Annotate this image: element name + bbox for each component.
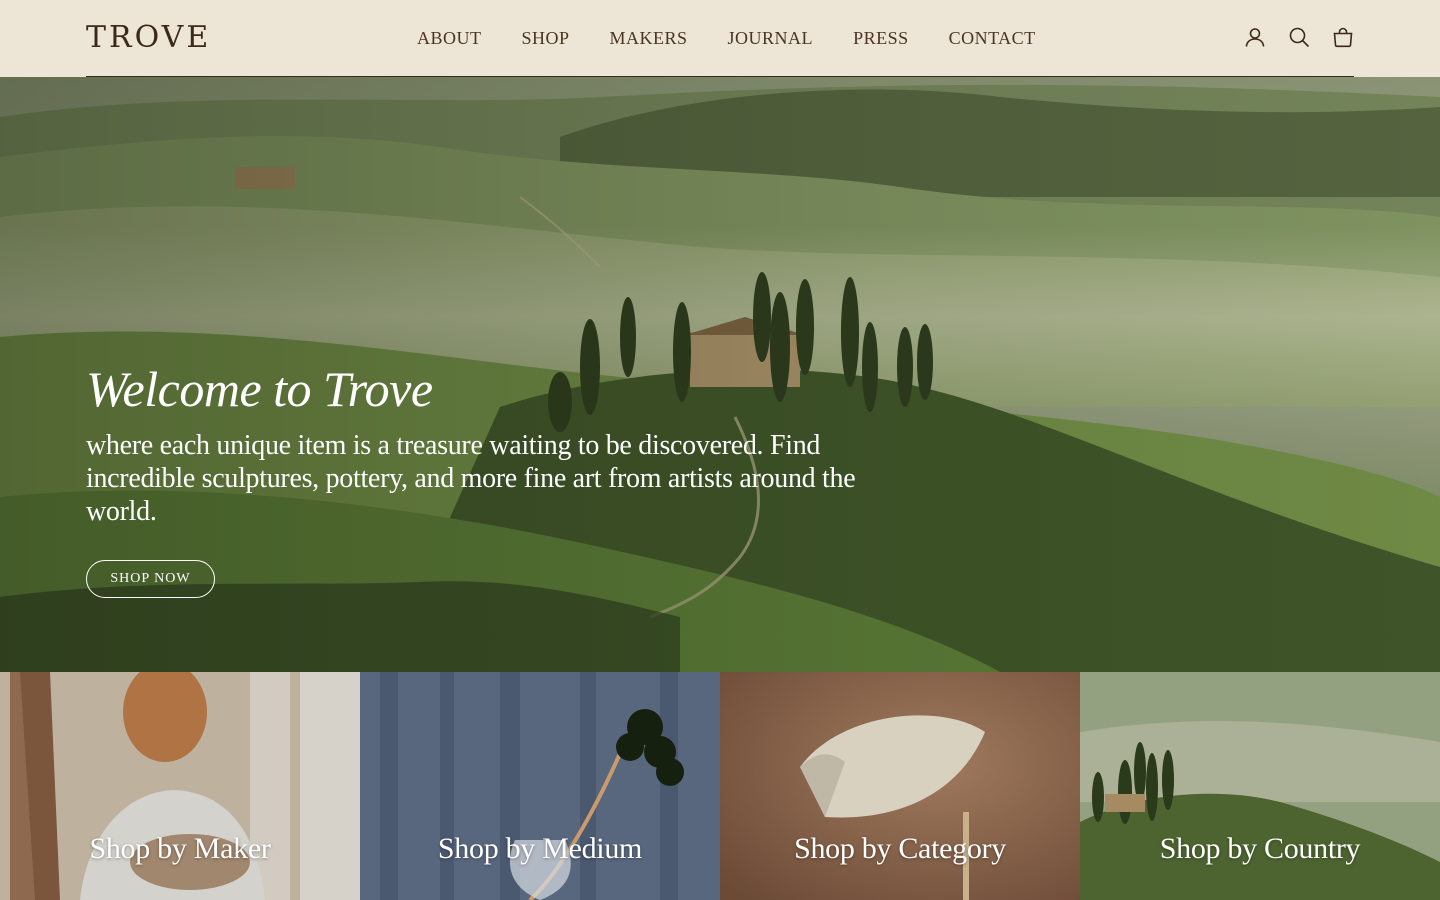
tile-label-maker: Shop by Maker [89, 832, 271, 865]
nav-item-contact[interactable]: CONTACT [949, 28, 1036, 49]
brand-logo[interactable]: TROVE [86, 20, 211, 55]
hero-banner: Welcome to Trove where each unique item … [0, 77, 1440, 672]
hero-content: Welcome to Trove where each unique item … [86, 362, 866, 598]
site-header: TROVE ABOUT SHOP MAKERS JOURNAL PRESS CO… [0, 0, 1440, 77]
header-bar: TROVE ABOUT SHOP MAKERS JOURNAL PRESS CO… [86, 0, 1354, 77]
hero-subtitle: where each unique item is a treasure wai… [86, 430, 856, 527]
tile-label-medium: Shop by Medium [437, 832, 643, 865]
tile-label-category: Shop by Category [794, 832, 1006, 865]
account-icon[interactable] [1244, 25, 1266, 49]
hero-title: Welcome to Trove [86, 361, 433, 417]
tile-shop-by-country[interactable]: Shop by Country [1080, 672, 1440, 900]
tile-shop-by-maker[interactable]: Shop by Maker [0, 672, 360, 900]
header-icons [1244, 25, 1354, 49]
tile-label-country: Shop by Country [1159, 832, 1361, 865]
nav-item-shop[interactable]: SHOP [522, 28, 570, 49]
cart-icon[interactable] [1332, 25, 1354, 49]
shop-now-button[interactable]: SHOP NOW [86, 560, 215, 598]
nav-item-press[interactable]: PRESS [853, 28, 909, 49]
nav-item-journal[interactable]: JOURNAL [728, 28, 814, 49]
main-nav: ABOUT SHOP MAKERS JOURNAL PRESS CONTACT [417, 28, 1036, 49]
search-icon[interactable] [1288, 25, 1310, 49]
nav-item-about[interactable]: ABOUT [417, 28, 482, 49]
category-tiles: Shop by Maker Shop by Medium Shop by Cat… [0, 672, 1440, 900]
tile-shop-by-medium[interactable]: Shop by Medium [360, 672, 720, 900]
tile-shop-by-category[interactable]: Shop by Category [720, 672, 1080, 900]
nav-item-makers[interactable]: MAKERS [610, 28, 688, 49]
